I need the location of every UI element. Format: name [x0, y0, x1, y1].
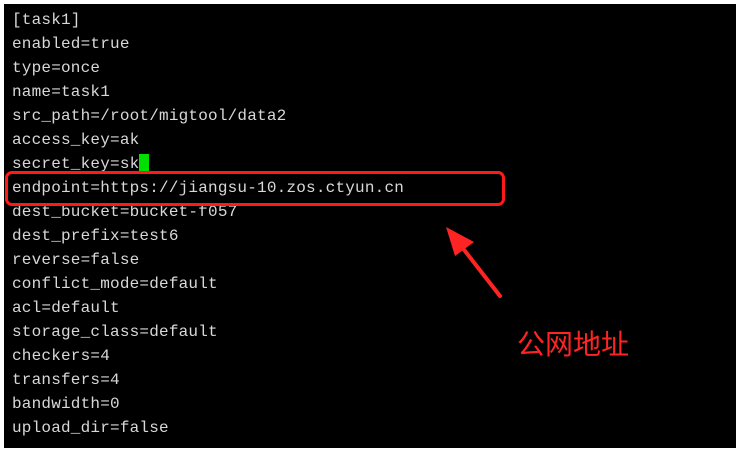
- screenshot-frame: [task1] enabled=true type=once name=task…: [0, 0, 740, 452]
- config-line-type: type=once: [12, 59, 101, 77]
- annotation-label: 公网地址: [517, 328, 630, 361]
- config-line-enabled: enabled=true: [12, 35, 130, 53]
- config-line-reverse: reverse=false: [12, 251, 140, 269]
- config-line-conflict-mode: conflict_mode=default: [12, 275, 218, 293]
- config-line-access-key: access_key=ak: [12, 131, 140, 149]
- config-line-src-path: src_path=/root/migtool/data2: [12, 107, 287, 125]
- endpoint-highlight-box: [5, 171, 505, 206]
- terminal-window[interactable]: [task1] enabled=true type=once name=task…: [4, 4, 736, 448]
- config-line-bandwidth: bandwidth=0: [12, 395, 120, 413]
- config-line-transfers: transfers=4: [12, 371, 120, 389]
- config-line-storage-class: storage_class=default: [12, 323, 218, 341]
- config-line-dest-prefix: dest_prefix=test6: [12, 227, 179, 245]
- config-line-checkers: checkers=4: [12, 347, 111, 365]
- terminal-cursor: [139, 154, 150, 171]
- config-line-section: [task1]: [12, 11, 81, 29]
- config-line-upload-dir: upload_dir=false: [12, 419, 169, 437]
- config-line-acl: acl=default: [12, 299, 120, 317]
- config-line-name: name=task1: [12, 83, 111, 101]
